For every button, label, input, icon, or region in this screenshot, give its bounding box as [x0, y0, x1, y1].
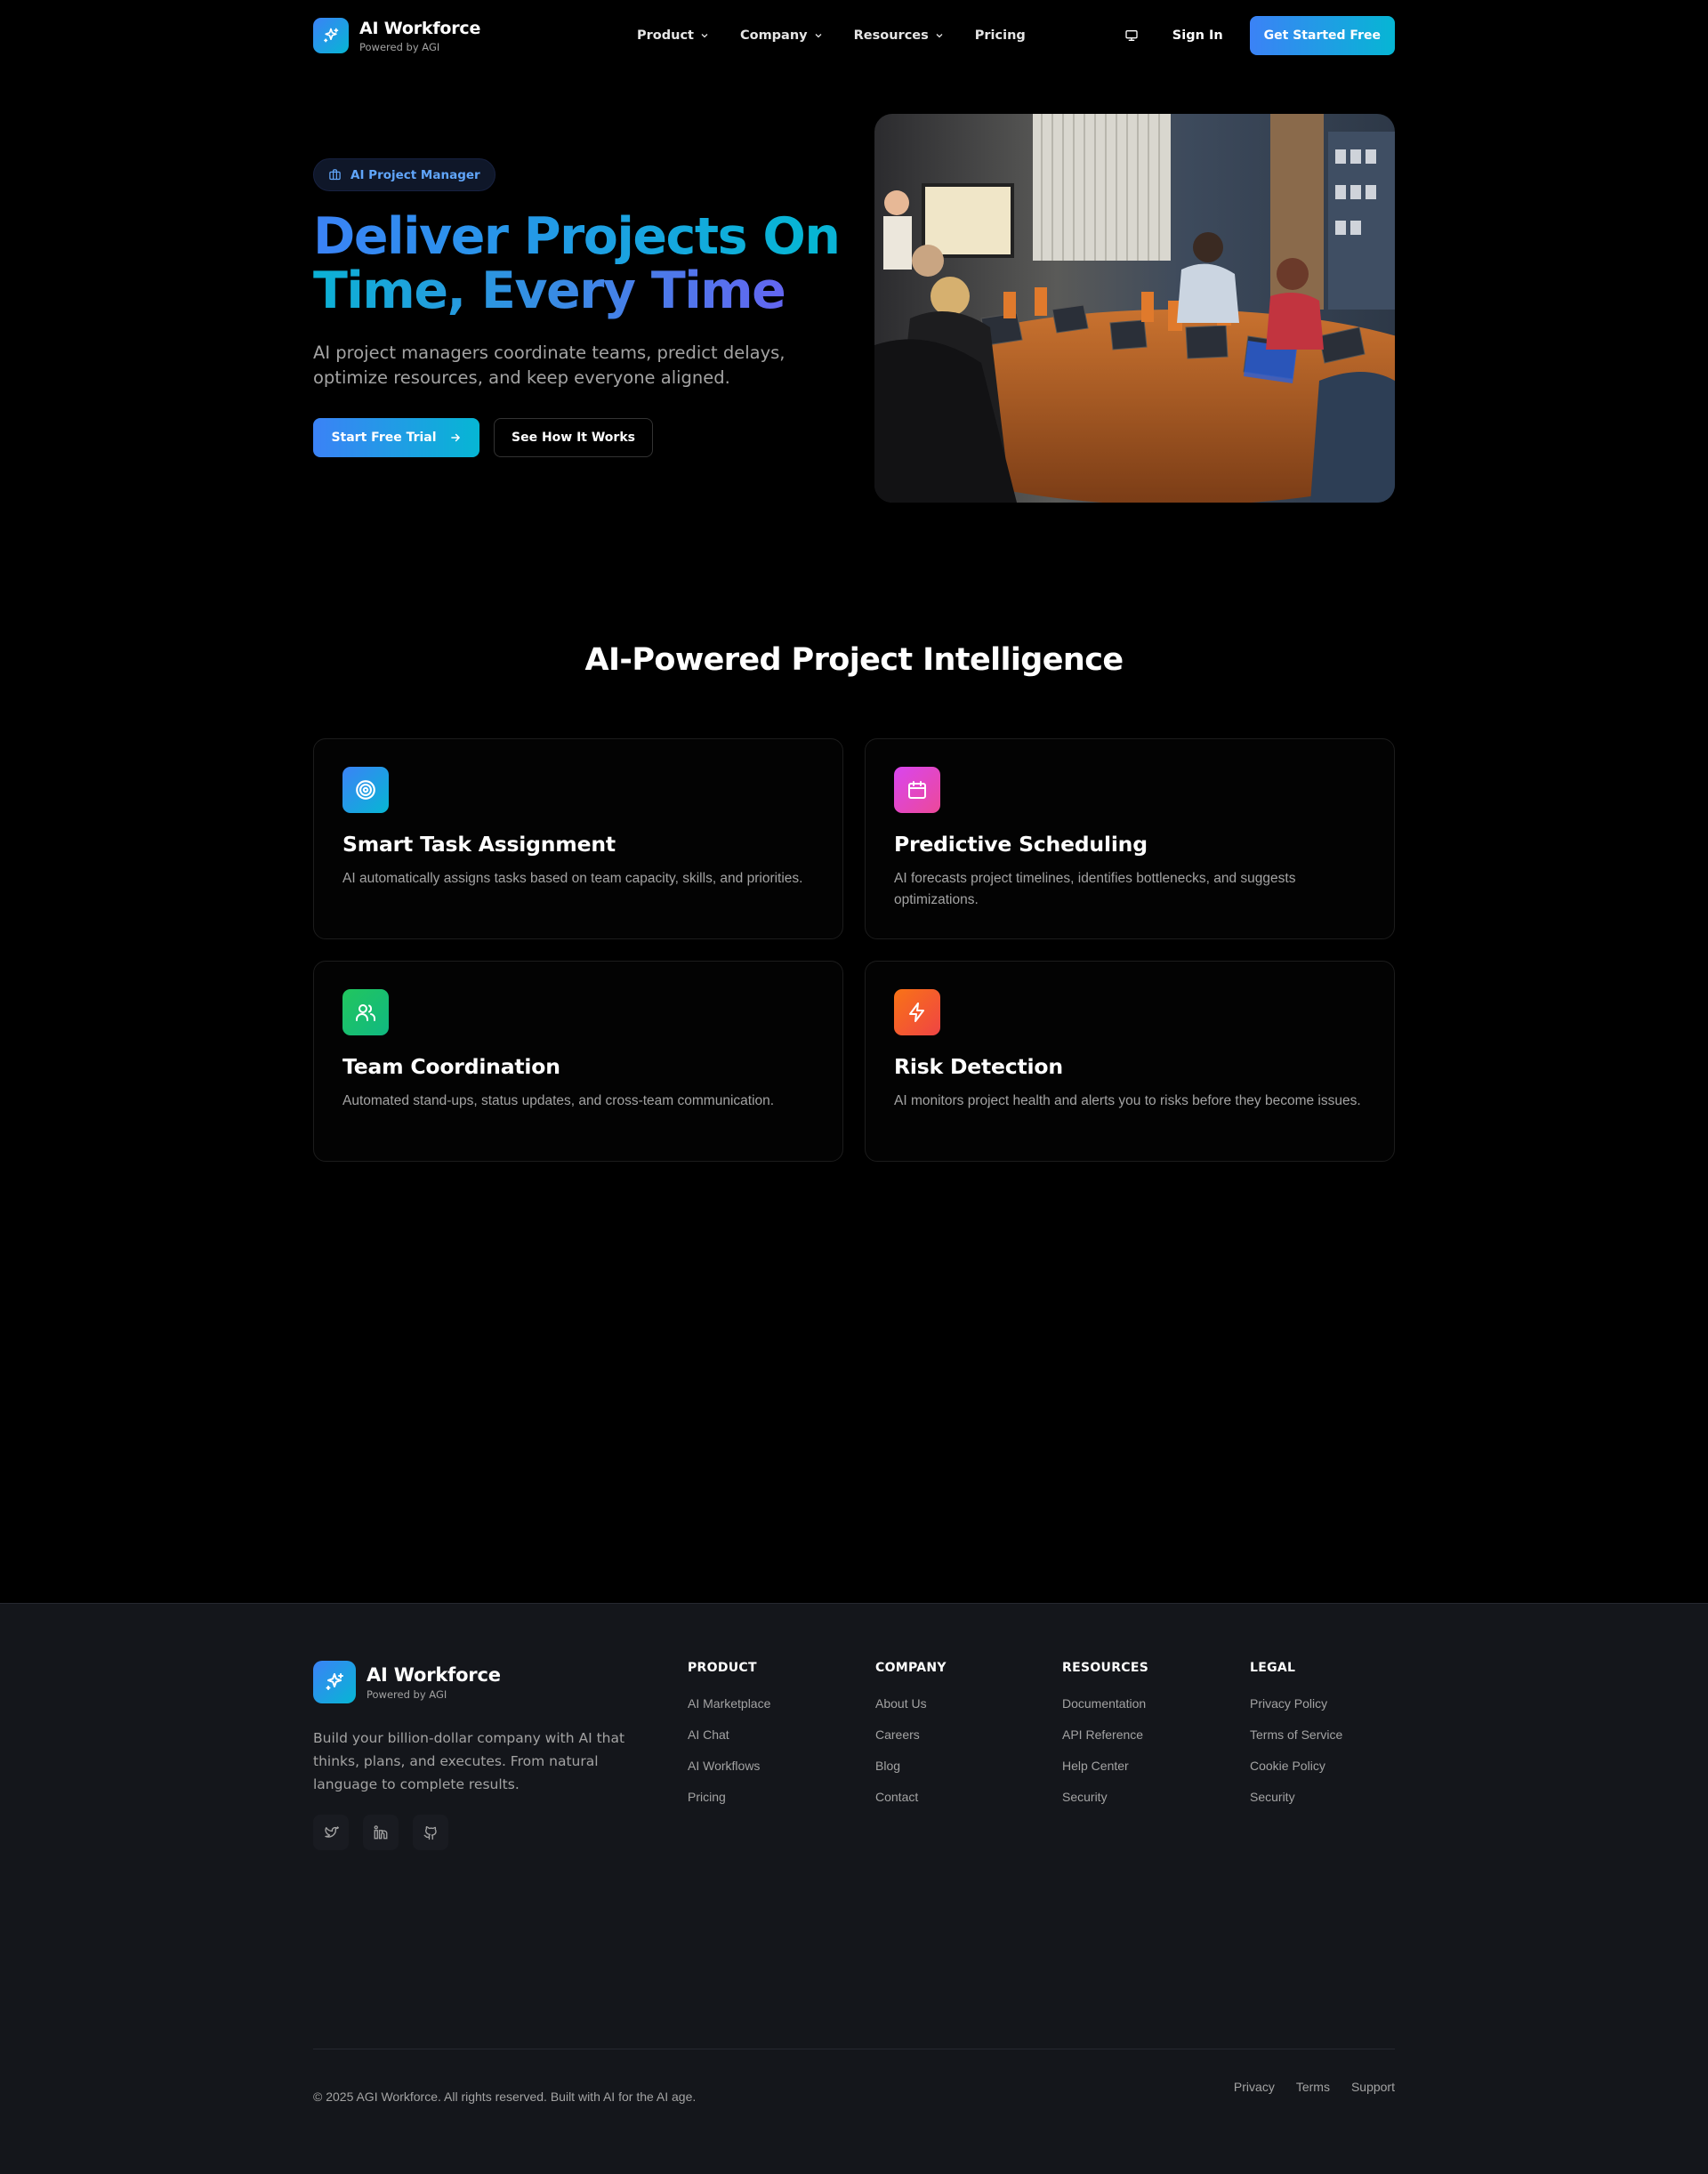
github-icon	[423, 1825, 437, 1840]
brand-logo[interactable]: AI Workforce Powered by AGI	[313, 18, 480, 53]
twitter-icon	[325, 1826, 339, 1838]
hero-description: AI project managers coordinate teams, pr…	[313, 342, 786, 388]
footer-column-heading: PRODUCT	[688, 1661, 757, 1675]
sparkle-icon	[313, 1661, 356, 1703]
nav-item-resources[interactable]: Resources	[854, 28, 945, 43]
sparkle-icon	[313, 18, 349, 53]
footer-column-legal: LEGAL Privacy Policy Terms of Service Co…	[1250, 1661, 1342, 1821]
nav-item-pricing[interactable]: Pricing	[975, 28, 1026, 43]
linkedin-icon	[374, 1825, 388, 1840]
copyright-text: © 2025 AGI Workforce. All rights reserve…	[313, 2089, 697, 2104]
privacy-link[interactable]: Privacy	[1234, 2080, 1275, 2094]
footer-brand-tagline: Powered by AGI	[367, 1687, 447, 1701]
support-link[interactable]: Support	[1351, 2080, 1395, 2094]
footer-link[interactable]: Terms of Service	[1250, 1727, 1342, 1742]
twitter-link[interactable]	[313, 1815, 349, 1850]
feature-description: Automated stand-ups, status updates, and…	[342, 1093, 775, 1108]
footer-brand-name: AI Workforce	[367, 1663, 501, 1686]
hero-title-text: Deliver Projects On Time, Every Time	[313, 207, 841, 320]
get-started-button[interactable]: Get Started Free	[1249, 16, 1395, 55]
top-navigation: AI Workforce Powered by AGI Product Comp…	[313, 16, 1395, 55]
hero-badge: AI Project Manager	[313, 158, 495, 191]
users-icon	[342, 989, 389, 1035]
chevron-down-icon	[815, 34, 822, 38]
footer-link[interactable]: API Reference	[1062, 1727, 1148, 1742]
feature-description: AI forecasts project timelines, identifi…	[894, 871, 1296, 907]
feature-card-team-coordination: Team Coordination Automated stand-ups, s…	[313, 961, 843, 1162]
feature-card-risk-detection: Risk Detection AI monitors project healt…	[865, 961, 1395, 1162]
footer-link[interactable]: About Us	[875, 1696, 947, 1711]
feature-description: AI automatically assigns tasks based on …	[342, 871, 803, 886]
badge-label: AI Project Manager	[350, 167, 480, 182]
footer-column-company: COMPANY About Us Careers Blog Contact	[875, 1661, 947, 1821]
footer-column-product: PRODUCT AI Marketplace AI Chat AI Workfl…	[688, 1661, 770, 1821]
terms-link[interactable]: Terms	[1296, 2080, 1330, 2094]
feature-title: Risk Detection	[894, 1054, 1063, 1079]
briefcase-icon	[329, 169, 341, 181]
footer-link[interactable]: AI Marketplace	[688, 1696, 770, 1711]
meeting-room-photo	[874, 114, 1395, 503]
nav-actions: Sign In Get Started Free	[1116, 16, 1395, 55]
nav-item-label: Company	[739, 28, 808, 43]
footer-link[interactable]: Careers	[875, 1727, 947, 1742]
brand-name: AI Workforce	[359, 18, 481, 38]
nav-item-label: Resources	[853, 28, 929, 43]
see-how-it-works-button[interactable]: See How It Works	[494, 418, 653, 457]
chevron-down-icon	[701, 34, 708, 38]
nav-menu: Product Company Resources Pricing	[637, 28, 1026, 43]
footer-link[interactable]: Security	[1250, 1790, 1342, 1804]
footer-link[interactable]: Cookie Policy	[1250, 1759, 1342, 1773]
feature-title: Team Coordination	[342, 1054, 560, 1079]
lightning-icon	[894, 989, 940, 1035]
hero-title: Deliver Projects On Time, Every Time	[313, 210, 847, 318]
theme-toggle-button[interactable]	[1116, 20, 1148, 52]
footer-column-heading: RESOURCES	[1062, 1661, 1149, 1675]
site-footer: AI Workforce Powered by AGI Build your b…	[0, 1603, 1708, 2174]
target-icon	[342, 767, 389, 813]
linkedin-link[interactable]	[363, 1815, 399, 1850]
feature-description: AI monitors project health and alerts yo…	[894, 1093, 1361, 1108]
footer-link[interactable]: AI Chat	[688, 1727, 770, 1742]
sign-in-link[interactable]: Sign In	[1172, 28, 1223, 43]
chevron-down-icon	[936, 34, 943, 38]
button-label: Start Free Trial	[331, 431, 437, 445]
nav-item-company[interactable]: Company	[740, 28, 824, 43]
feature-title: Smart Task Assignment	[342, 832, 616, 857]
features-title: AI-Powered Project Intelligence	[584, 642, 1124, 678]
footer-description: Build your billion-dollar company with A…	[313, 1730, 625, 1792]
social-links	[313, 1815, 448, 1850]
feature-title: Predictive Scheduling	[894, 832, 1148, 857]
arrow-right-icon	[450, 433, 460, 442]
footer-link[interactable]: Contact	[875, 1790, 947, 1804]
footer-link[interactable]: Security	[1062, 1790, 1148, 1804]
feature-card-predictive-scheduling: Predictive Scheduling AI forecasts proje…	[865, 738, 1395, 939]
feature-card-smart-task-assignment: Smart Task Assignment AI automatically a…	[313, 738, 843, 939]
brand-tagline: Powered by AGI	[359, 40, 440, 53]
nav-item-label: Product	[637, 28, 694, 43]
footer-bottom-links: Privacy Terms Support	[1234, 2080, 1395, 2094]
github-link[interactable]	[413, 1815, 448, 1850]
calendar-icon	[894, 767, 940, 813]
footer-link[interactable]: Documentation	[1062, 1696, 1148, 1711]
footer-link[interactable]: Pricing	[688, 1790, 770, 1804]
footer-link[interactable]: Help Center	[1062, 1759, 1148, 1773]
footer-column-heading: COMPANY	[875, 1661, 947, 1675]
start-free-trial-button[interactable]: Start Free Trial	[313, 418, 479, 457]
footer-link[interactable]: AI Workflows	[688, 1759, 770, 1773]
footer-link[interactable]: Blog	[875, 1759, 947, 1773]
footer-column-resources: RESOURCES Documentation API Reference He…	[1062, 1661, 1148, 1821]
nav-item-label: Pricing	[974, 28, 1026, 43]
footer-link[interactable]: Privacy Policy	[1250, 1696, 1342, 1711]
footer-column-heading: LEGAL	[1250, 1661, 1296, 1675]
footer-brand-logo[interactable]: AI Workforce Powered by AGI	[313, 1661, 501, 1703]
nav-item-product[interactable]: Product	[637, 28, 710, 43]
monitor-icon	[1125, 30, 1138, 41]
